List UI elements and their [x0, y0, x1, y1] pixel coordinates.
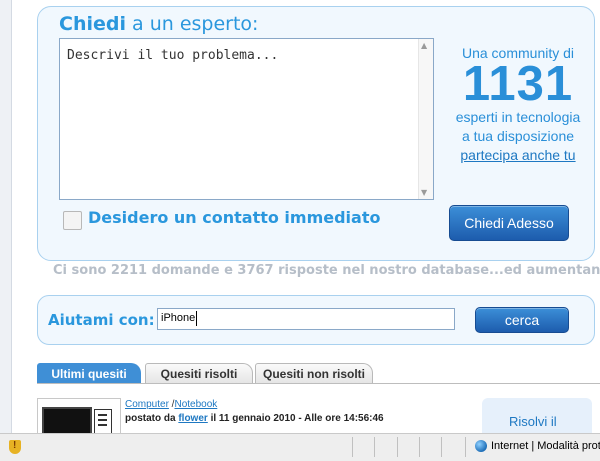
resolve-label[interactable]: Risolvi il — [509, 414, 557, 429]
subcategory-link[interactable]: Notebook — [174, 399, 217, 410]
status-separator — [374, 437, 375, 457]
author-link[interactable]: flower — [178, 413, 207, 424]
status-separator — [419, 437, 420, 457]
status-separator — [352, 437, 353, 457]
status-separator — [441, 437, 442, 457]
security-shield-icon[interactable] — [9, 440, 21, 454]
promo-line-2: esperti in tecnologia — [455, 109, 581, 125]
question-posted-info: postato da flower il 11 gennaio 2010 - A… — [125, 413, 384, 424]
browser-left-edge — [0, 0, 12, 433]
join-community-link[interactable]: partecipa anche tu — [443, 147, 593, 163]
internet-globe-icon — [475, 440, 487, 452]
tab-solved-questions[interactable]: Quesiti risolti — [145, 363, 253, 384]
ask-expert-title: Chiedi a un esperto: — [59, 13, 259, 35]
ask-expert-panel: Chiedi a un esperto: Descrivi il tuo pro… — [37, 6, 595, 261]
promo-line-3: a tua disposizione — [461, 128, 575, 144]
resolve-panel[interactable]: Risolvi il — [482, 398, 592, 434]
status-separator — [465, 437, 466, 457]
status-separator — [397, 437, 398, 457]
search-input[interactable]: iPhone — [157, 308, 455, 330]
expert-count: 1131 — [462, 57, 574, 111]
tab-latest-questions[interactable]: Ultimi quesiti — [37, 363, 141, 384]
problem-textarea-value: Descrivi il tuo problema... — [67, 48, 279, 63]
search-button[interactable]: cerca — [475, 307, 569, 333]
scroll-down-icon[interactable]: ▼ — [421, 188, 427, 197]
category-link[interactable]: Computer — [125, 399, 169, 410]
community-promo: Una community di 1131 esperti in tecnolo… — [443, 45, 593, 163]
tab-unsolved-questions[interactable]: Quesiti non risolti — [255, 363, 373, 384]
search-label: Aiutami con: — [48, 311, 155, 329]
search-input-value: iPhone — [161, 312, 196, 324]
immediate-contact-label[interactable]: Desidero un contatto immediato — [88, 208, 380, 227]
problem-textarea[interactable]: Descrivi il tuo problema... ▲ ▼ — [59, 38, 434, 200]
database-stats-text: Ci sono 2211 domande e 3767 risposte nel… — [53, 263, 600, 278]
text-caret — [196, 311, 197, 326]
question-thumbnail[interactable] — [37, 398, 121, 441]
security-zone-text[interactable]: Internet | Modalità protetta — [491, 440, 600, 452]
scroll-up-icon[interactable]: ▲ — [421, 41, 427, 50]
immediate-contact-checkbox[interactable] — [63, 211, 82, 230]
ask-now-button[interactable]: Chiedi Adesso — [449, 205, 569, 241]
tabs-underline — [37, 383, 600, 384]
textarea-scrollbar[interactable]: ▲ ▼ — [418, 39, 433, 199]
question-category: Computer /Notebook — [125, 399, 218, 410]
search-panel: Aiutami con: iPhone cerca — [37, 295, 595, 345]
browser-status-bar: Internet | Modalità protetta — [0, 433, 600, 461]
